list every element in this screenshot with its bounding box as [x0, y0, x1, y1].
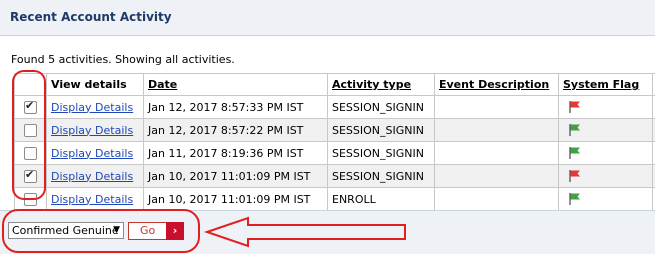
annotation-arrow — [203, 216, 406, 248]
